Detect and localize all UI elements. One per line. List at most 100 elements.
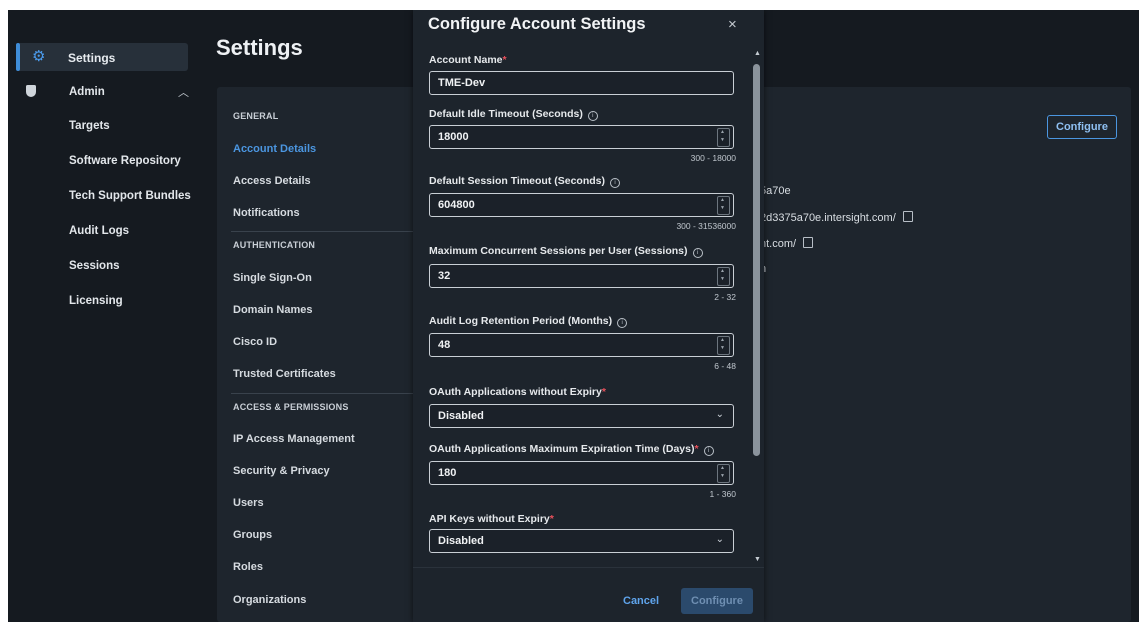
account-url-value: 2d3375a70e.intersight.com/ bbox=[760, 212, 896, 224]
audit-retention-input[interactable]: 48 ▲ ▼ bbox=[429, 333, 734, 357]
cancel-button[interactable]: Cancel bbox=[623, 595, 659, 607]
scroll-up-arrow[interactable]: ▲ bbox=[754, 50, 761, 57]
subnav-access-details[interactable]: Access Details bbox=[233, 175, 311, 187]
audit-retention-stepper[interactable]: ▲ ▼ bbox=[717, 336, 730, 355]
max-sessions-input[interactable]: 32 ▲ ▼ bbox=[429, 264, 734, 288]
api-keys-no-expiry-label: API Keys without Expiry* bbox=[429, 513, 554, 525]
oauth-max-expiry-input[interactable]: 180 ▲ ▼ bbox=[429, 461, 734, 485]
nav-item-settings[interactable]: ⚙ Settings bbox=[16, 43, 188, 71]
scroll-down-arrow[interactable]: ▼ bbox=[754, 556, 761, 563]
info-icon[interactable]: i bbox=[703, 446, 714, 456]
gear-icon: ⚙ bbox=[32, 48, 46, 65]
oauth-max-expiry-stepper[interactable]: ▲ ▼ bbox=[717, 464, 730, 483]
section-authentication: AUTHENTICATION bbox=[233, 240, 316, 250]
session-timeout-stepper[interactable]: ▲ ▼ bbox=[717, 196, 730, 215]
subnav-ip-access-management[interactable]: IP Access Management bbox=[233, 433, 355, 445]
domain-url-value: ht.com/ bbox=[760, 238, 797, 250]
subnav-notifications[interactable]: Notifications bbox=[233, 207, 300, 219]
api-keys-no-expiry-label-text: API Keys without Expiry bbox=[429, 513, 550, 525]
configure-account-settings-modal: Configure Account Settings × ▲ ▼ Account… bbox=[413, 10, 764, 622]
subnav-organizations[interactable]: Organizations bbox=[233, 594, 306, 606]
decrement-icon[interactable]: ▼ bbox=[720, 473, 725, 479]
increment-icon[interactable]: ▲ bbox=[720, 197, 725, 203]
nav-item-audit-logs[interactable]: Audit Logs bbox=[69, 225, 129, 237]
subnav-cisco-id[interactable]: Cisco ID bbox=[233, 336, 277, 348]
chevron-down-icon: ⌄ bbox=[715, 409, 724, 420]
oauth-max-expiry-value: 180 bbox=[438, 467, 457, 479]
modal-footer: Cancel Configure bbox=[413, 567, 764, 622]
session-timeout-value: 604800 bbox=[438, 199, 475, 211]
audit-retention-label: Audit Log Retention Period (Months) i bbox=[429, 315, 628, 328]
copy-icon[interactable] bbox=[902, 211, 913, 222]
oauth-no-expiry-label-text: OAuth Applications without Expiry bbox=[429, 386, 602, 398]
decrement-icon[interactable]: ▼ bbox=[720, 137, 725, 143]
account-url-text: 2d3375a70e.intersight.com/ bbox=[760, 211, 913, 224]
idle-timeout-range: 300 - 18000 bbox=[690, 153, 736, 163]
oauth-no-expiry-label: OAuth Applications without Expiry* bbox=[429, 386, 606, 398]
chevron-down-icon: ⌄ bbox=[715, 534, 724, 545]
scroll-thumb[interactable] bbox=[753, 64, 760, 456]
required-marker: * bbox=[694, 443, 699, 455]
required-marker: * bbox=[502, 54, 507, 66]
subnav-groups[interactable]: Groups bbox=[233, 529, 272, 541]
modal-scrollbar[interactable]: ▲ ▼ bbox=[753, 50, 761, 566]
decrement-icon[interactable]: ▼ bbox=[720, 345, 725, 351]
nav-item-licensing[interactable]: Licensing bbox=[69, 295, 123, 307]
app-window: ⚙ Settings Admin ︿ Targets Software Repo… bbox=[8, 10, 1139, 622]
nav-item-tech-support-bundles[interactable]: Tech Support Bundles bbox=[69, 190, 191, 202]
info-icon[interactable]: i bbox=[610, 178, 621, 188]
section-access-permissions: ACCESS & PERMISSIONS bbox=[233, 402, 349, 412]
session-timeout-range: 300 - 31536000 bbox=[676, 221, 736, 231]
required-marker: * bbox=[549, 513, 554, 525]
idle-timeout-stepper[interactable]: ▲ ▼ bbox=[717, 128, 730, 147]
divider bbox=[231, 231, 416, 232]
oauth-max-expiry-label: OAuth Applications Maximum Expiration Ti… bbox=[429, 443, 714, 456]
info-icon[interactable]: i bbox=[587, 111, 598, 121]
max-sessions-stepper[interactable]: ▲ ▼ bbox=[717, 267, 730, 286]
divider bbox=[231, 393, 416, 394]
subnav-single-sign-on[interactable]: Single Sign-On bbox=[233, 272, 312, 284]
info-icon[interactable]: i bbox=[617, 318, 628, 328]
section-general: GENERAL bbox=[233, 111, 279, 121]
page-title: Settings bbox=[216, 35, 303, 60]
account-name-label: Account Name* bbox=[429, 54, 507, 66]
increment-icon[interactable]: ▲ bbox=[720, 268, 725, 274]
increment-icon[interactable]: ▲ bbox=[720, 465, 725, 471]
subnav-roles[interactable]: Roles bbox=[233, 561, 263, 573]
subnav-domain-names[interactable]: Domain Names bbox=[233, 304, 312, 316]
account-name-input[interactable]: TME-Dev bbox=[429, 71, 734, 95]
close-icon[interactable]: × bbox=[728, 16, 737, 33]
active-marker bbox=[16, 43, 20, 71]
nav-item-admin[interactable]: Admin ︿ bbox=[16, 84, 189, 106]
idle-timeout-input[interactable]: 18000 ▲ ▼ bbox=[429, 125, 734, 149]
session-timeout-input[interactable]: 604800 ▲ ▼ bbox=[429, 193, 734, 217]
nav-item-sessions[interactable]: Sessions bbox=[69, 260, 120, 272]
account-name-value: TME-Dev bbox=[438, 77, 486, 89]
nav-settings-label: Settings bbox=[68, 51, 116, 65]
nav-item-software-repository[interactable]: Software Repository bbox=[69, 155, 181, 167]
subnav-account-details[interactable]: Account Details bbox=[233, 143, 316, 155]
subnav-users[interactable]: Users bbox=[233, 497, 264, 509]
nav-item-targets[interactable]: Targets bbox=[69, 120, 110, 132]
max-sessions-value: 32 bbox=[438, 270, 451, 282]
increment-icon[interactable]: ▲ bbox=[720, 337, 725, 343]
subnav-trusted-certificates[interactable]: Trusted Certificates bbox=[233, 368, 336, 380]
oauth-max-expiry-label-text: OAuth Applications Maximum Expiration Ti… bbox=[429, 443, 695, 455]
subnav-security-privacy[interactable]: Security & Privacy bbox=[233, 465, 330, 477]
nav-admin-label: Admin bbox=[69, 86, 105, 98]
oauth-no-expiry-select[interactable]: Disabled ⌄ bbox=[429, 404, 734, 428]
chevron-up-icon[interactable]: ︿ bbox=[178, 84, 189, 100]
copy-icon[interactable] bbox=[803, 237, 814, 248]
api-keys-no-expiry-select[interactable]: Disabled ⌄ bbox=[429, 529, 734, 553]
info-icon[interactable]: i bbox=[692, 248, 703, 258]
decrement-icon[interactable]: ▼ bbox=[720, 205, 725, 211]
domain-url-text: ht.com/ bbox=[760, 237, 814, 250]
left-nav: ⚙ Settings Admin ︿ Targets Software Repo… bbox=[8, 10, 191, 622]
max-sessions-label: Maximum Concurrent Sessions per User (Se… bbox=[429, 245, 703, 258]
shield-icon bbox=[26, 85, 36, 97]
decrement-icon[interactable]: ▼ bbox=[720, 276, 725, 282]
configure-button[interactable]: Configure bbox=[681, 588, 753, 614]
increment-icon[interactable]: ▲ bbox=[720, 129, 725, 135]
configure-details-button[interactable]: Configure bbox=[1047, 115, 1117, 139]
account-name-label-text: Account Name bbox=[429, 54, 503, 66]
